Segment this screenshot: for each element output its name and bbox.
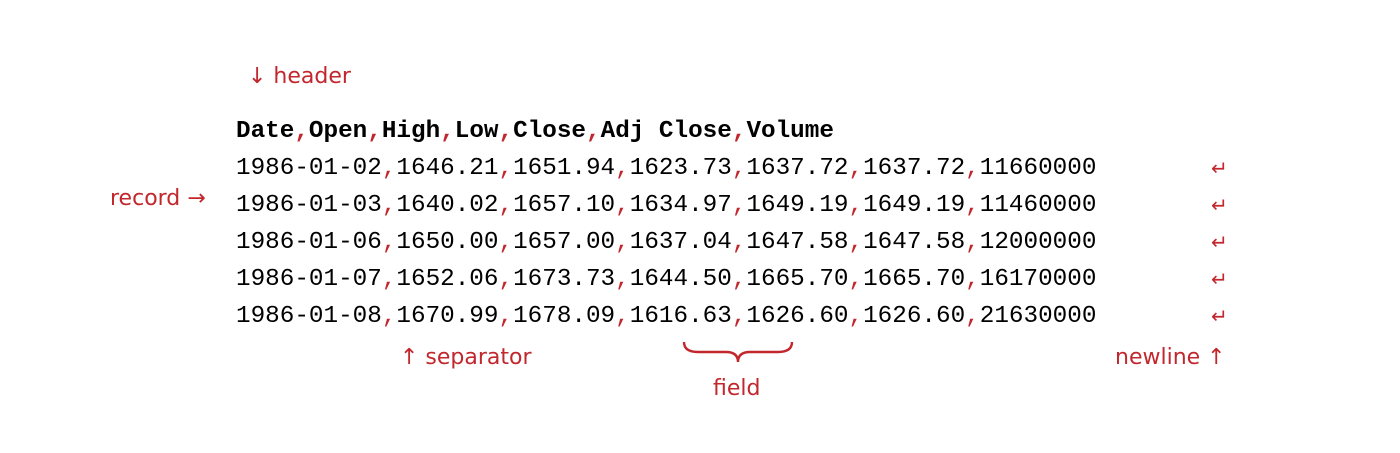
- csv-record-row: 1986-01-02,1646.21,1651.94,1623.73,1637.…: [236, 150, 1096, 187]
- csv-field: 1986-01-07: [236, 266, 382, 293]
- separator-comma: ,: [965, 266, 980, 293]
- separator-comma: ,: [731, 118, 747, 145]
- separator-comma: ,: [381, 229, 397, 256]
- separator-comma: ,: [615, 266, 630, 293]
- separator-comma: ,: [731, 155, 747, 182]
- separator-comma: ,: [731, 303, 747, 330]
- separator-comma: ,: [498, 192, 514, 219]
- separator-comma: ,: [848, 192, 864, 219]
- separator-comma: ,: [848, 303, 864, 330]
- separator-comma: ,: [498, 229, 514, 256]
- separator-comma: ,: [586, 118, 601, 145]
- csv-field: 1649.19: [746, 192, 849, 219]
- csv-diagram: ↓ header record → Date,Open,High,Low,Clo…: [0, 0, 1400, 453]
- csv-field: 11460000: [979, 192, 1097, 219]
- csv-block: Date,Open,High,Low,Close,Adj Close,Volum…: [236, 113, 1096, 335]
- csv-field: 1647.58: [746, 229, 849, 256]
- csv-field: 1647.58: [863, 229, 966, 256]
- separator-annotation: ↑ separator: [400, 345, 532, 370]
- separator-comma: ,: [381, 303, 397, 330]
- separator-comma: ,: [381, 155, 397, 182]
- separator-comma: ,: [965, 155, 980, 182]
- csv-header-row: Date,Open,High,Low,Close,Adj Close,Volum…: [236, 113, 1096, 150]
- csv-field: 1637.72: [863, 155, 966, 182]
- csv-field: 1657.00: [513, 229, 616, 256]
- field-annotation: field: [713, 376, 761, 401]
- newline-annotation: newline ↑: [1115, 345, 1226, 370]
- separator-comma: ,: [731, 266, 747, 293]
- csv-field: 1678.09: [513, 303, 616, 330]
- separator-comma: ,: [498, 266, 514, 293]
- separator-comma: ,: [965, 229, 980, 256]
- newline-icon: ↵: [1211, 230, 1228, 254]
- separator-comma: ,: [498, 155, 514, 182]
- separator-comma: ,: [294, 118, 309, 145]
- separator-comma: ,: [615, 303, 630, 330]
- separator-comma: ,: [498, 118, 514, 145]
- header-field: Low: [454, 118, 499, 145]
- separator-comma: ,: [965, 303, 980, 330]
- csv-field: 1652.06: [396, 266, 499, 293]
- csv-field: 1640.02: [396, 192, 499, 219]
- csv-record-row: 1986-01-06,1650.00,1657.00,1637.04,1647.…: [236, 224, 1096, 261]
- separator-comma: ,: [731, 229, 747, 256]
- csv-record-row: 1986-01-08,1670.99,1678.09,1616.63,1626.…: [236, 298, 1096, 335]
- csv-field: 1626.60: [863, 303, 966, 330]
- csv-field: 1673.73: [513, 266, 616, 293]
- separator-comma: ,: [615, 192, 630, 219]
- csv-field: 1665.70: [746, 266, 849, 293]
- header-annotation: ↓ header: [248, 64, 351, 89]
- csv-field: 1623.73: [629, 155, 732, 182]
- csv-field: 1986-01-03: [236, 192, 382, 219]
- csv-field: 1616.63: [629, 303, 732, 330]
- separator-comma: ,: [615, 229, 630, 256]
- csv-field: 1665.70: [863, 266, 966, 293]
- header-field: Close: [513, 118, 587, 145]
- newline-icon: ↵: [1211, 193, 1228, 217]
- csv-field: 1670.99: [396, 303, 499, 330]
- separator-comma: ,: [367, 118, 382, 145]
- newline-icon: ↵: [1211, 156, 1228, 180]
- csv-field: 12000000: [979, 229, 1097, 256]
- csv-field: 1637.04: [629, 229, 732, 256]
- csv-record-row: 1986-01-03,1640.02,1657.10,1634.97,1649.…: [236, 187, 1096, 224]
- separator-comma: ,: [615, 155, 630, 182]
- newline-icon: ↵: [1211, 267, 1228, 291]
- csv-field: 1649.19: [863, 192, 966, 219]
- header-field: High: [381, 118, 441, 145]
- csv-field: 1626.60: [746, 303, 849, 330]
- csv-field: 1644.50: [629, 266, 732, 293]
- separator-comma: ,: [381, 192, 397, 219]
- newline-icon: ↵: [1211, 304, 1228, 328]
- header-field: Open: [308, 118, 368, 145]
- header-field: Volume: [746, 118, 834, 145]
- record-annotation: record →: [110, 186, 206, 211]
- separator-comma: ,: [731, 192, 747, 219]
- separator-comma: ,: [848, 266, 864, 293]
- csv-field: 1986-01-06: [236, 229, 382, 256]
- csv-field: 1986-01-02: [236, 155, 382, 182]
- separator-comma: ,: [965, 192, 980, 219]
- csv-field: 1986-01-08: [236, 303, 382, 330]
- separator-comma: ,: [848, 155, 864, 182]
- csv-field: 1634.97: [629, 192, 732, 219]
- csv-field: 1657.10: [513, 192, 616, 219]
- separator-comma: ,: [498, 303, 514, 330]
- csv-field: 1650.00: [396, 229, 499, 256]
- csv-field: 1651.94: [513, 155, 616, 182]
- csv-field: 11660000: [979, 155, 1097, 182]
- header-field: Date: [236, 118, 295, 145]
- separator-comma: ,: [440, 118, 455, 145]
- csv-field: 21630000: [979, 303, 1097, 330]
- csv-field: 16170000: [979, 266, 1097, 293]
- csv-record-row: 1986-01-07,1652.06,1673.73,1644.50,1665.…: [236, 261, 1096, 298]
- csv-field: 1637.72: [746, 155, 849, 182]
- separator-comma: ,: [848, 229, 864, 256]
- csv-field: 1646.21: [396, 155, 499, 182]
- header-field: Adj Close: [600, 118, 732, 145]
- separator-comma: ,: [381, 266, 397, 293]
- field-brace: [682, 341, 794, 363]
